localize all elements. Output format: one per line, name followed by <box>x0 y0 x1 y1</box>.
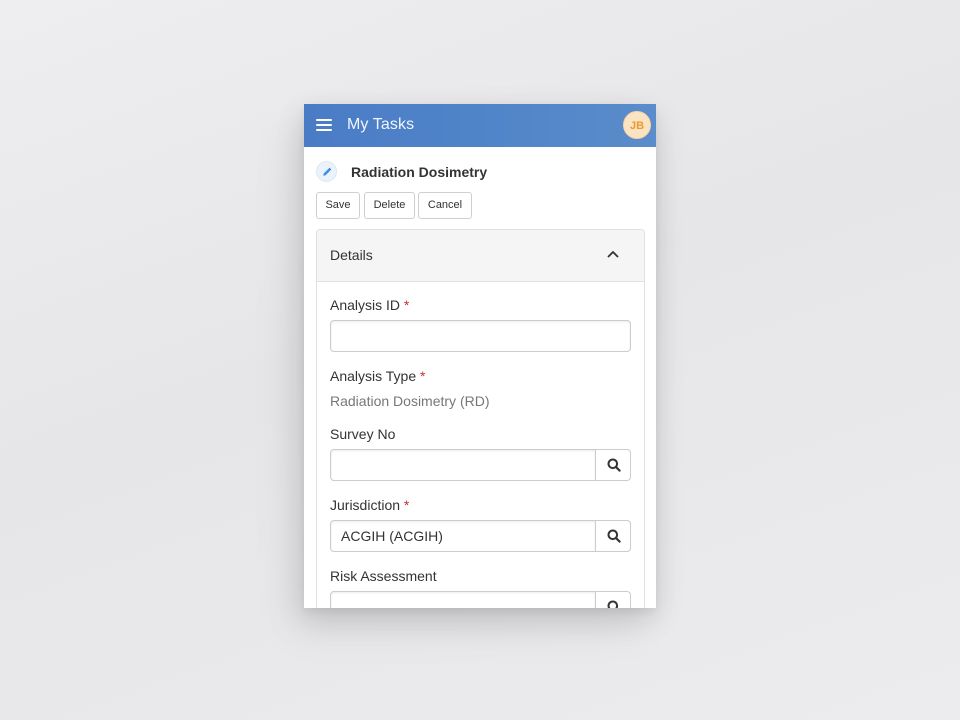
app-bar-title: My Tasks <box>347 116 415 133</box>
search-icon <box>607 529 621 543</box>
survey-no-label-text: Survey No <box>330 426 396 442</box>
required-marker: * <box>403 297 410 313</box>
cancel-button[interactable]: Cancel <box>418 192 472 219</box>
survey-no-input[interactable] <box>330 449 596 481</box>
jurisdiction-label-text: Jurisdiction <box>330 497 401 513</box>
analysis-type-label-text: Analysis Type <box>330 368 417 384</box>
risk-assessment-label: Risk Assessment <box>330 568 437 584</box>
delete-button[interactable]: Delete <box>364 192 415 219</box>
pencil-icon <box>316 161 337 182</box>
analysis-id-input[interactable] <box>330 320 631 352</box>
mobile-app-frame: My Tasks JB Radiation Dosimetry Save Del… <box>304 104 656 608</box>
details-panel-header[interactable]: Details <box>317 230 644 282</box>
analysis-type-value: Radiation Dosimetry (RD) <box>330 393 490 409</box>
survey-no-search-button[interactable] <box>595 449 631 481</box>
app-bar: My Tasks JB <box>304 104 656 147</box>
record-title: Radiation Dosimetry <box>351 164 488 180</box>
save-button[interactable]: Save <box>316 192 360 219</box>
survey-no-label: Survey No <box>330 426 395 442</box>
jurisdiction-search-button[interactable] <box>595 520 631 552</box>
analysis-id-label-text: Analysis ID <box>330 297 401 313</box>
details-panel-title: Details <box>330 247 373 263</box>
analysis-type-label: Analysis Type * <box>330 368 425 384</box>
user-avatar[interactable]: JB <box>623 111 651 139</box>
required-marker: * <box>420 368 426 384</box>
search-icon <box>607 600 619 608</box>
risk-assessment-search-button[interactable] <box>595 591 631 608</box>
hamburger-menu-icon[interactable] <box>316 119 332 132</box>
jurisdiction-label: Jurisdiction * <box>330 497 409 513</box>
risk-assessment-label-text: Risk Assessment <box>330 568 437 584</box>
analysis-id-label: Analysis ID * <box>330 297 409 313</box>
required-marker: * <box>403 497 410 513</box>
risk-assessment-input[interactable] <box>330 591 596 608</box>
search-icon <box>607 458 621 472</box>
chevron-up-icon[interactable] <box>607 250 619 258</box>
jurisdiction-input[interactable]: ACGIH (ACGIH) <box>330 520 596 552</box>
